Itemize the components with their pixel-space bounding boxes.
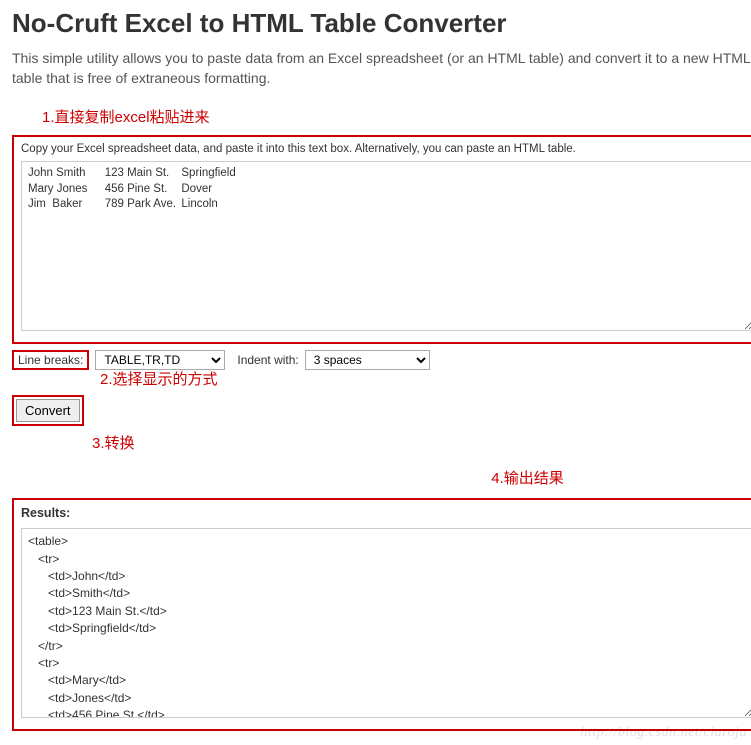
excel-input-textarea[interactable] (21, 161, 751, 331)
linebreaks-label: Line breaks: (18, 353, 83, 367)
linebreaks-label-box: Line breaks: (12, 350, 89, 370)
convert-button-box: Convert (12, 395, 84, 426)
annotation-1: 1.直接复制excel粘贴进来 (42, 106, 751, 127)
controls-row: Line breaks: TABLE,TR,TD Indent with: 3 … (12, 350, 751, 370)
linebreaks-select[interactable]: TABLE,TR,TD (95, 350, 225, 370)
results-section-box: Results: (12, 498, 751, 731)
indent-label: Indent with: (237, 353, 298, 367)
results-textarea[interactable] (21, 528, 751, 718)
results-label: Results: (21, 506, 751, 520)
page-description: This simple utility allows you to paste … (12, 49, 751, 88)
page-title: No-Cruft Excel to HTML Table Converter (12, 8, 751, 39)
input-instructions: Copy your Excel spreadsheet data, and pa… (21, 143, 751, 155)
annotation-4: 4.输出结果 (292, 467, 751, 488)
indent-select[interactable]: 3 spaces (305, 350, 430, 370)
annotation-2: 2.选择显示的方式 (100, 368, 751, 389)
convert-button[interactable]: Convert (16, 399, 80, 422)
input-section-box: Copy your Excel spreadsheet data, and pa… (12, 135, 751, 344)
annotation-3: 3.转换 (92, 432, 751, 453)
